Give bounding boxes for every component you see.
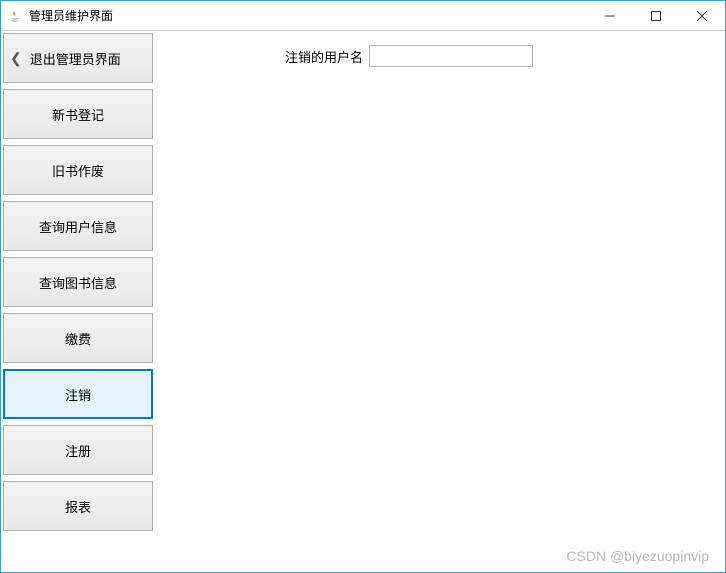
window-title: 管理员维护界面 bbox=[29, 7, 587, 24]
username-label: 注销的用户名 bbox=[285, 47, 363, 66]
username-input[interactable] bbox=[369, 45, 533, 67]
sidebar-item-label: 旧书作废 bbox=[52, 161, 104, 180]
maximize-button[interactable] bbox=[633, 1, 679, 30]
sidebar-item-label: 查询图书信息 bbox=[39, 273, 117, 292]
sidebar-item-label: 注销 bbox=[65, 385, 91, 404]
sidebar-item-label: 查询用户信息 bbox=[39, 217, 117, 236]
sidebar-item-deregister[interactable]: 注销 bbox=[3, 369, 153, 419]
content-area: ❮ 退出管理员界面 新书登记 旧书作废 查询用户信息 查询图书信息 缴费 注销 bbox=[1, 31, 725, 572]
window-controls bbox=[587, 1, 725, 30]
deregister-form-row: 注销的用户名 bbox=[285, 45, 533, 67]
titlebar: 管理员维护界面 bbox=[1, 1, 725, 31]
sidebar-item-register[interactable]: 注册 bbox=[3, 425, 153, 475]
sidebar-item-report[interactable]: 报表 bbox=[3, 481, 153, 531]
sidebar-item-new-book[interactable]: 新书登记 bbox=[3, 89, 153, 139]
main-panel: 注销的用户名 bbox=[155, 31, 725, 572]
sidebar-item-query-book[interactable]: 查询图书信息 bbox=[3, 257, 153, 307]
close-button[interactable] bbox=[679, 1, 725, 30]
app-window: 管理员维护界面 ❮ 退出管理员界面 新书登记 旧书作废 bbox=[0, 0, 726, 573]
sidebar-item-label: 注册 bbox=[65, 441, 91, 460]
sidebar-item-payment[interactable]: 缴费 bbox=[3, 313, 153, 363]
sidebar-item-query-user[interactable]: 查询用户信息 bbox=[3, 201, 153, 251]
sidebar: ❮ 退出管理员界面 新书登记 旧书作废 查询用户信息 查询图书信息 缴费 注销 bbox=[1, 31, 155, 572]
sidebar-item-label: 新书登记 bbox=[52, 105, 104, 124]
java-icon bbox=[7, 8, 23, 24]
sidebar-item-label: 缴费 bbox=[65, 329, 91, 348]
sidebar-item-exit-admin[interactable]: ❮ 退出管理员界面 bbox=[3, 33, 153, 83]
minimize-button[interactable] bbox=[587, 1, 633, 30]
chevron-left-icon: ❮ bbox=[10, 50, 22, 67]
sidebar-item-label: 报表 bbox=[65, 497, 91, 516]
sidebar-item-label: 退出管理员界面 bbox=[30, 49, 121, 68]
sidebar-item-discard-book[interactable]: 旧书作废 bbox=[3, 145, 153, 195]
